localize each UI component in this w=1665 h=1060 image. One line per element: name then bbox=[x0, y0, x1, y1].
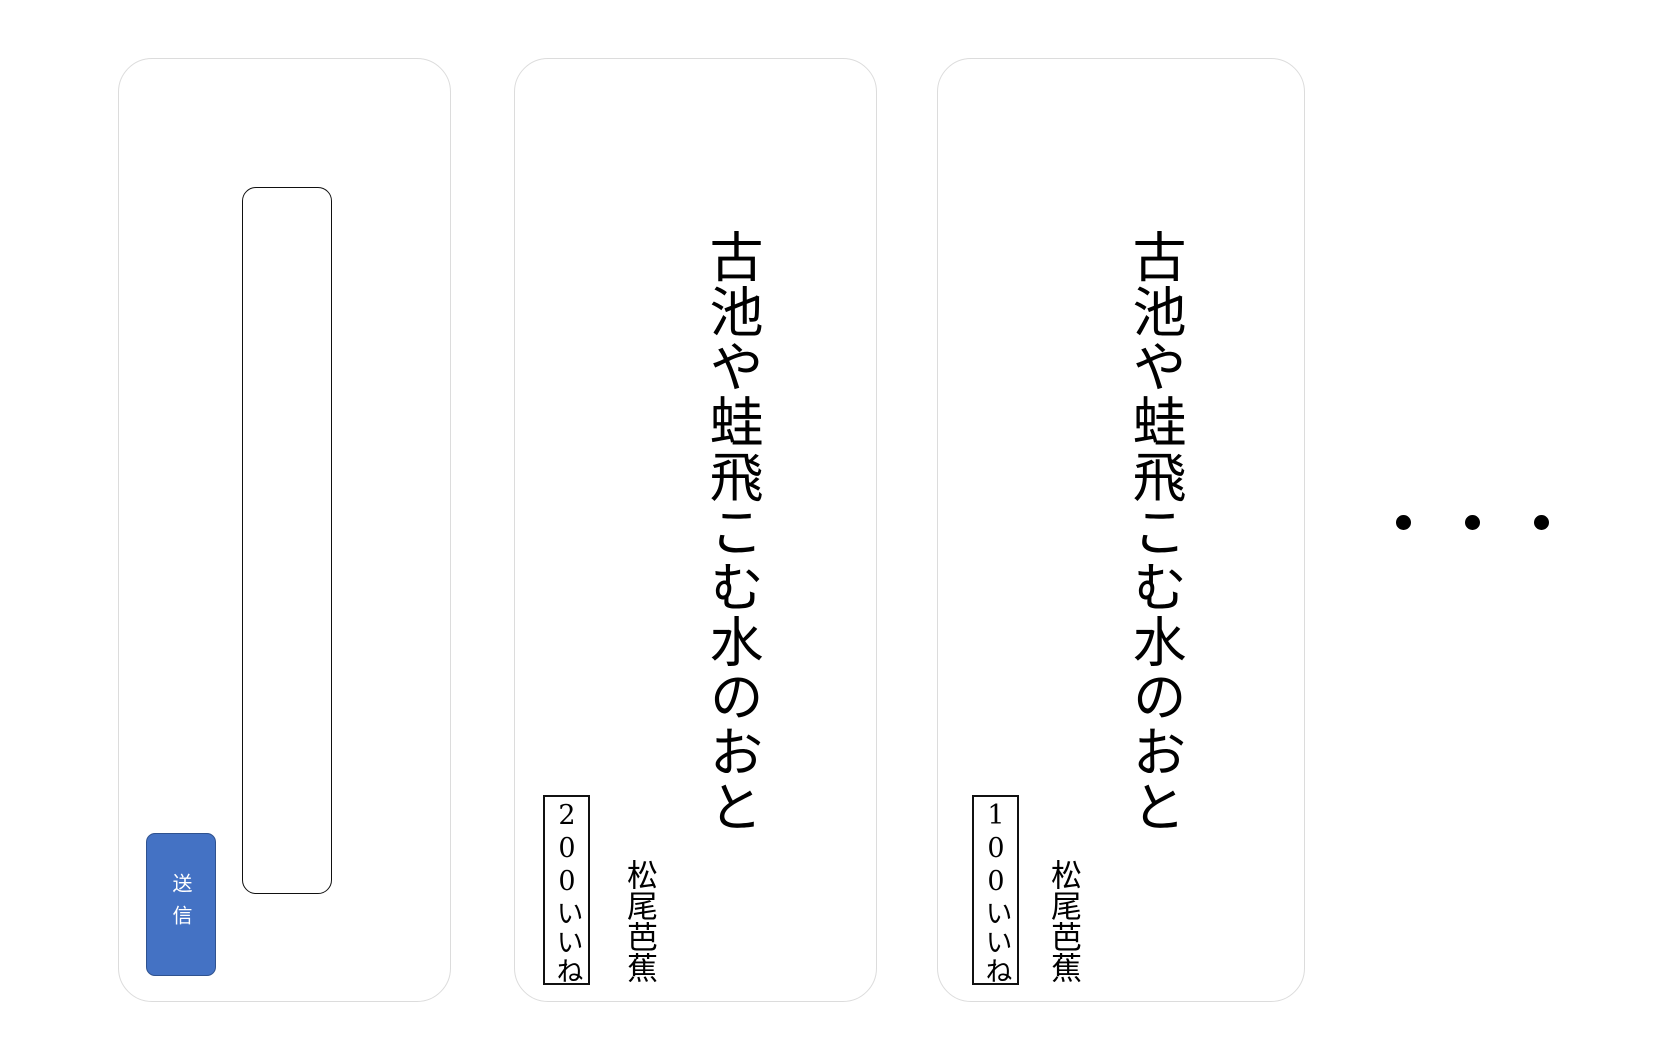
send-button[interactable]: 送信 bbox=[146, 833, 216, 976]
poem-text: 古池や蛙飛こむ水のおと bbox=[1123, 229, 1186, 834]
ellipsis-dot bbox=[1396, 515, 1411, 530]
send-button-label: 送信 bbox=[169, 872, 193, 937]
ellipsis-dot bbox=[1465, 515, 1480, 530]
poem-card: 古池や蛙飛こむ水のおと 松尾芭蕉 100いいね bbox=[937, 58, 1305, 1002]
author-name: 松尾芭蕉 bbox=[1045, 859, 1081, 983]
ellipsis-dot bbox=[1534, 515, 1549, 530]
poem-card: 古池や蛙飛こむ水のおと 松尾芭蕉 200いいね bbox=[514, 58, 877, 1002]
ellipsis-icon bbox=[1396, 515, 1549, 530]
like-button[interactable]: 200いいね bbox=[543, 795, 590, 986]
like-button[interactable]: 100いいね bbox=[972, 795, 1019, 986]
compose-card: 送信 bbox=[118, 58, 451, 1002]
like-count: 100いいね bbox=[980, 800, 1012, 986]
poem-text: 古池や蛙飛こむ水のおと bbox=[700, 229, 763, 834]
like-count: 200いいね bbox=[551, 800, 583, 986]
author-name: 松尾芭蕉 bbox=[621, 859, 657, 983]
poem-input[interactable] bbox=[242, 187, 332, 894]
